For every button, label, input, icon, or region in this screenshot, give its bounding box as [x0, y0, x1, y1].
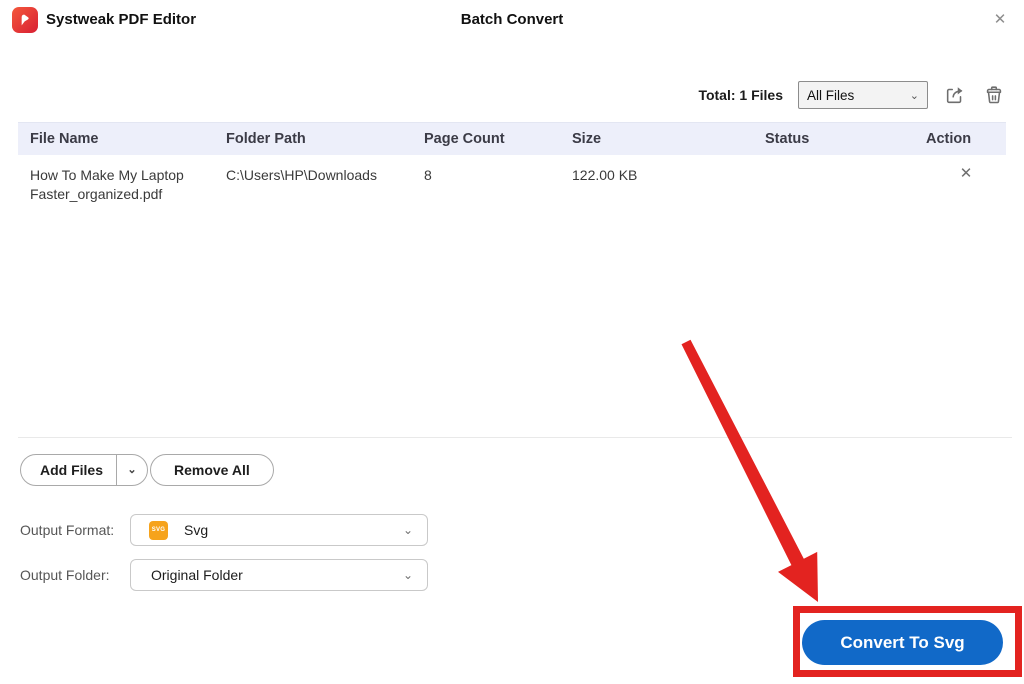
- output-folder-label: Output Folder:: [20, 567, 110, 583]
- batch-convert-window: Systweak PDF Editor Batch Convert ✕ Tota…: [0, 0, 1024, 684]
- convert-button-label: Convert To Svg: [840, 632, 965, 652]
- convert-to-svg-button[interactable]: Convert To Svg: [802, 620, 1003, 665]
- col-header-file-name: File Name: [30, 131, 99, 147]
- chevron-down-icon: ⌄: [402, 523, 413, 537]
- add-files-button[interactable]: Add Files ⌄: [20, 454, 149, 486]
- add-files-dropdown-chevron-icon[interactable]: ⌄: [116, 455, 147, 485]
- export-icon[interactable]: [943, 83, 967, 107]
- total-label: Total:: [698, 87, 736, 103]
- remove-all-button[interactable]: Remove All: [150, 454, 274, 486]
- table-header-row: File Name Folder Path Page Count Size St…: [18, 122, 1006, 155]
- row-remove-icon[interactable]: ✕: [926, 155, 1006, 204]
- output-folder-dropdown[interactable]: Original Folder ⌄: [130, 559, 428, 591]
- output-format-dropdown[interactable]: SVG Svg ⌄: [130, 514, 428, 546]
- svg-format-icon: SVG: [149, 520, 168, 540]
- total-suffix: Files: [751, 87, 783, 103]
- output-folder-value: Original Folder: [151, 567, 243, 583]
- chevron-down-icon: ⌄: [402, 568, 413, 582]
- file-filter-select[interactable]: All Files ⌄: [798, 81, 928, 109]
- total-files-label: Total: 1 Files: [698, 87, 783, 103]
- remove-all-label: Remove All: [174, 462, 250, 478]
- total-count: 1: [739, 87, 748, 103]
- toolbar: Total: 1 Files All Files ⌄: [698, 80, 1006, 110]
- cell-page-count: 8: [424, 167, 432, 183]
- chevron-down-icon: ⌄: [909, 89, 919, 102]
- col-header-page-count: Page Count: [424, 131, 505, 147]
- col-header-folder-path: Folder Path: [226, 131, 306, 147]
- file-filter-value: All Files: [807, 87, 855, 103]
- section-divider: [18, 437, 1012, 438]
- trash-icon[interactable]: [982, 83, 1006, 107]
- table-row: How To Make My Laptop Faster_organized.p…: [18, 155, 1006, 204]
- output-format-value: Svg: [184, 522, 209, 538]
- cell-file-name: How To Make My Laptop Faster_organized.p…: [30, 167, 184, 202]
- title-bar: Systweak PDF Editor Batch Convert ✕: [0, 0, 1024, 40]
- page-title: Batch Convert: [460, 11, 564, 28]
- cell-size: 122.00 KB: [572, 167, 638, 183]
- close-icon[interactable]: ✕: [982, 2, 1018, 38]
- files-table: File Name Folder Path Page Count Size St…: [18, 122, 1006, 204]
- cell-folder-path: C:\Users\HP\Downloads: [226, 167, 377, 183]
- col-header-action: Action: [926, 131, 972, 147]
- col-header-status: Status: [765, 131, 810, 147]
- col-header-size: Size: [572, 131, 602, 147]
- cell-status: [765, 155, 926, 204]
- output-format-label: Output Format:: [20, 522, 115, 538]
- add-files-label: Add Files: [40, 462, 104, 478]
